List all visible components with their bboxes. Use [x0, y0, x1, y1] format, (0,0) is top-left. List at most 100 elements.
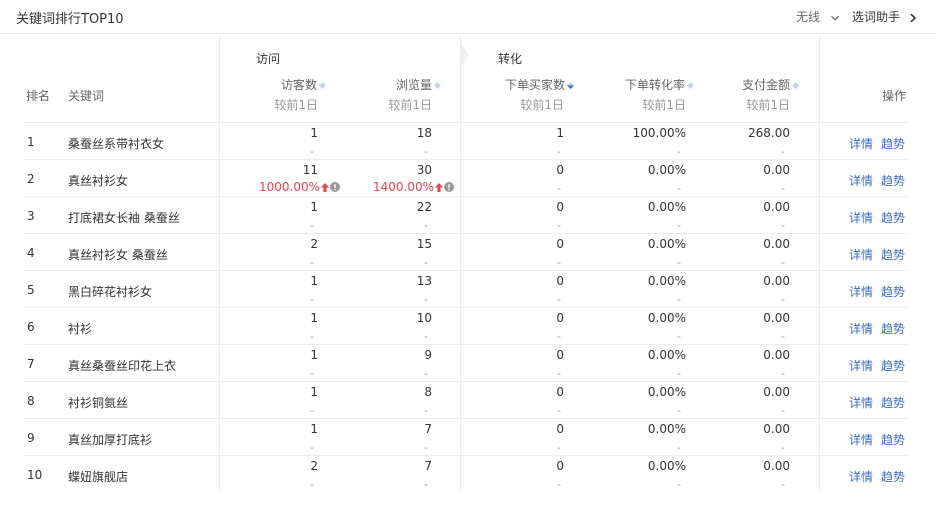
col-conv-rate-compare: 较前1日	[642, 98, 686, 112]
row-payment-compare: -	[781, 293, 785, 306]
row-buyers: 0	[556, 311, 564, 325]
row-visitors-compare: -	[310, 219, 314, 232]
trend-link[interactable]: 趋势	[881, 209, 905, 226]
detail-link[interactable]: 详情	[849, 357, 873, 374]
table-row: 6 衬衫 1 - 10 - 0 - 0.00% - 0.00 - 详情 趋势	[24, 307, 908, 344]
col-rank-header: 排名	[26, 89, 51, 103]
row-views: 13	[416, 274, 432, 288]
trend-link[interactable]: 趋势	[881, 431, 905, 448]
row-conv-rate-compare: -	[677, 256, 681, 269]
col-payment-label: 支付金额	[741, 78, 790, 92]
sort-icon[interactable]	[319, 82, 326, 89]
sort-icon[interactable]	[434, 82, 441, 89]
row-conv-rate: 0.00%	[647, 385, 686, 399]
row-views-compare: -	[424, 441, 428, 454]
detail-link[interactable]: 详情	[849, 209, 873, 226]
col-payment-header[interactable]: 支付金额	[720, 76, 799, 93]
trend-link[interactable]: 趋势	[881, 283, 905, 300]
row-visitors-compare: -	[310, 330, 314, 343]
row-conv-rate: 0.00%	[647, 459, 686, 473]
keyword-helper-label: 选词助手	[852, 10, 901, 24]
col-buyers-label: 下单买家数	[504, 78, 565, 92]
row-payment-compare: -	[781, 478, 785, 491]
col-views-header[interactable]: 浏览量	[364, 76, 441, 93]
row-buyers-compare: -	[557, 293, 561, 306]
row-payment: 0.00	[763, 348, 790, 362]
row-views: 18	[416, 126, 432, 140]
row-buyers: 0	[556, 385, 564, 399]
device-select[interactable]: 无线	[796, 8, 840, 25]
row-buyers: 1	[556, 126, 564, 140]
row-rank: 3	[27, 209, 35, 223]
row-payment: 0.00	[763, 385, 790, 399]
sort-icon[interactable]	[687, 82, 694, 89]
trend-link[interactable]: 趋势	[881, 246, 905, 263]
group-visit-label: 访问	[256, 52, 281, 66]
row-views-compare: -	[424, 219, 428, 232]
chevron-right-icon	[910, 13, 917, 22]
row-visitors: 11	[302, 163, 318, 177]
col-buyers-header[interactable]: 下单买家数	[480, 76, 574, 93]
sort-icon[interactable]	[792, 82, 799, 89]
group-separator-arrow	[461, 44, 469, 66]
detail-link[interactable]: 详情	[849, 135, 873, 152]
col-visitors-header[interactable]: 访客数	[250, 76, 326, 93]
row-conv-rate: 100.00%	[632, 126, 686, 140]
row-conv-rate-compare: -	[677, 219, 681, 232]
info-circle-icon[interactable]	[330, 182, 340, 192]
row-buyers: 0	[556, 459, 564, 473]
row-payment: 0.00	[763, 274, 790, 288]
row-buyers: 0	[556, 422, 564, 436]
row-payment: 0.00	[763, 163, 790, 177]
table-row: 8 衬衫铜氨丝 1 - 8 - 0 - 0.00% - 0.00 - 详情 趋势	[24, 381, 908, 418]
row-views: 7	[424, 459, 432, 473]
col-views-compare: 较前1日	[388, 98, 432, 112]
detail-link[interactable]: 详情	[849, 172, 873, 189]
info-circle-icon[interactable]	[444, 182, 454, 192]
row-keyword: 衬衫铜氨丝	[68, 396, 129, 410]
row-keyword: 桑蚕丝系带衬衣女	[68, 137, 165, 151]
row-conv-rate-compare: -	[677, 404, 681, 417]
detail-link[interactable]: 详情	[849, 320, 873, 337]
table-row: 10 蝶妞旗舰店 2 - 7 - 0 - 0.00% - 0.00 - 详情 趋势	[24, 455, 908, 492]
row-visitors-compare: -	[310, 478, 314, 491]
detail-link[interactable]: 详情	[849, 431, 873, 448]
row-payment: 0.00	[763, 200, 790, 214]
row-buyers-compare: -	[557, 219, 561, 232]
col-visitors-label: 访客数	[280, 78, 317, 92]
row-rank: 4	[27, 246, 35, 260]
row-keyword: 黑白碎花衬衫女	[68, 285, 153, 299]
detail-link[interactable]: 详情	[849, 283, 873, 300]
keyword-helper-link[interactable]: 选词助手	[852, 8, 918, 25]
row-rank: 10	[27, 468, 43, 482]
row-conv-rate-compare: -	[677, 330, 681, 343]
detail-link[interactable]: 详情	[849, 468, 873, 485]
table-row: 3 打底裙女长袖 桑蚕丝 1 - 22 - 0 - 0.00% - 0.00 - 详情 趋势	[24, 196, 908, 233]
detail-link[interactable]: 详情	[849, 246, 873, 263]
row-visitors: 1	[310, 348, 318, 362]
trend-link[interactable]: 趋势	[881, 135, 905, 152]
detail-link[interactable]: 详情	[849, 394, 873, 411]
row-conv-rate: 0.00%	[647, 311, 686, 325]
arrow-up-icon	[321, 183, 329, 192]
row-keyword: 真丝衬衫女	[68, 174, 129, 188]
row-views: 30	[416, 163, 432, 177]
row-views-compare: -	[424, 293, 428, 306]
col-conv-rate-header[interactable]: 下单转化率	[604, 76, 694, 93]
row-visitors: 2	[310, 459, 318, 473]
row-keyword: 打底裙女长袖 桑蚕丝	[68, 211, 180, 225]
row-views: 7	[424, 422, 432, 436]
trend-link[interactable]: 趋势	[881, 320, 905, 337]
sort-desc-icon[interactable]	[567, 82, 574, 89]
row-visitors-compare: -	[310, 293, 314, 306]
row-visitors: 1	[310, 274, 318, 288]
trend-link[interactable]: 趋势	[881, 172, 905, 189]
row-conv-rate: 0.00%	[647, 422, 686, 436]
row-payment: 0.00	[763, 237, 790, 251]
row-payment-compare: -	[781, 219, 785, 232]
arrow-up-icon	[435, 183, 443, 192]
trend-link[interactable]: 趋势	[881, 394, 905, 411]
trend-link[interactable]: 趋势	[881, 357, 905, 374]
row-views: 10	[416, 311, 432, 325]
trend-link[interactable]: 趋势	[881, 468, 905, 485]
